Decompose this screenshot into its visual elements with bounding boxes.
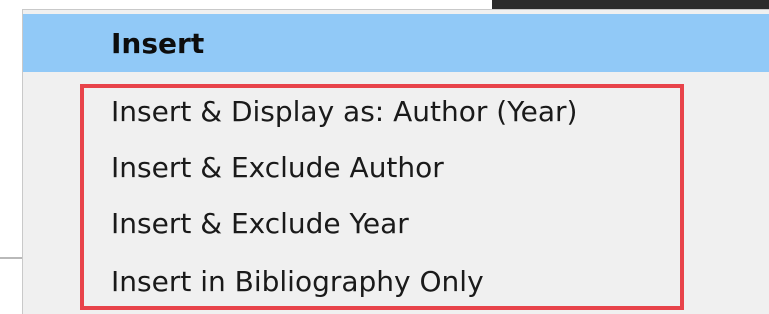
menu-item-insert-display-author-year[interactable]: Insert & Display as: Author (Year) xyxy=(23,82,769,140)
background-window-edge xyxy=(492,0,769,9)
menu-item-insert-exclude-author[interactable]: Insert & Exclude Author xyxy=(23,138,769,196)
menu-item-insert[interactable]: Insert xyxy=(23,14,769,72)
screenshot-stage: Insert Insert & Display as: Author (Year… xyxy=(0,0,769,314)
menu-item-insert-bibliography-only[interactable]: Insert in Bibliography Only xyxy=(23,252,769,310)
menu-item-insert-exclude-year[interactable]: Insert & Exclude Year xyxy=(23,194,769,252)
context-menu: Insert Insert & Display as: Author (Year… xyxy=(22,9,769,314)
